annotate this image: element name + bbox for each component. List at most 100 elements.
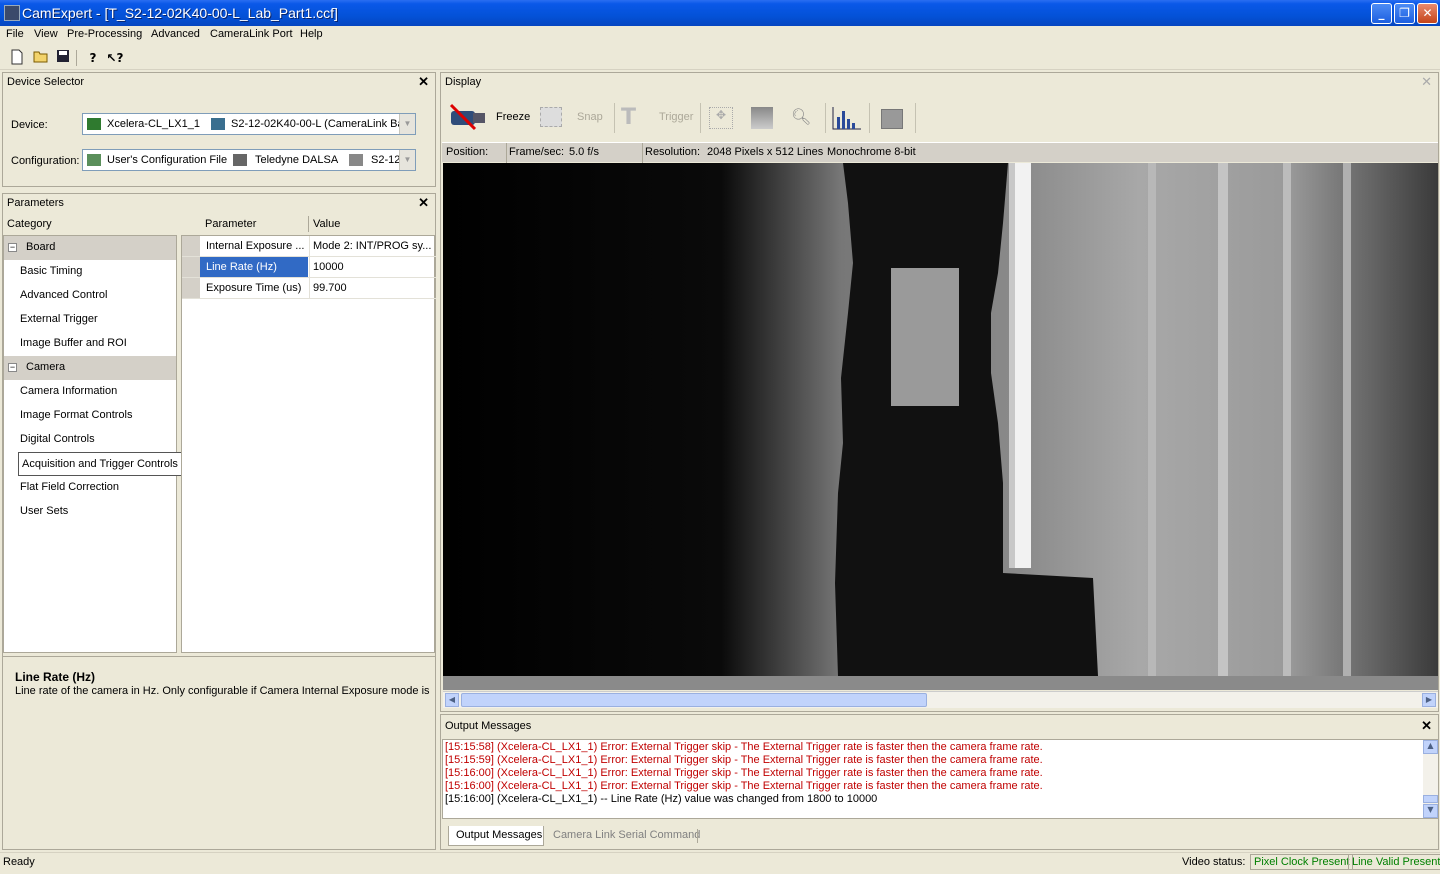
scroll-left-icon[interactable]: ◀ [445, 693, 459, 707]
magnifier-icon[interactable]: 🔍︎ [791, 107, 811, 126]
output-messages-title: Output Messages [445, 720, 532, 732]
stop-icon[interactable] [881, 109, 903, 129]
menu-file[interactable]: File [6, 28, 24, 40]
help-icon[interactable]: ? [84, 49, 102, 67]
category-basic-timing[interactable]: Basic Timing [4, 260, 176, 284]
status-ready: Ready [3, 856, 35, 868]
horizontal-scrollbar[interactable]: ◀ ▶ [443, 691, 1438, 708]
category-label: Image Buffer and ROI [20, 337, 127, 349]
parameters-header: Parameters ✕ [3, 194, 435, 214]
category-header: Category [3, 216, 177, 232]
category-board[interactable]: − Board [4, 236, 176, 260]
new-file-icon[interactable] [8, 49, 26, 67]
param-value[interactable]: 10000 [313, 261, 435, 273]
vertical-scrollbar[interactable]: ▲ ▼ [1423, 740, 1438, 818]
param-name: Line Rate (Hz) [206, 261, 277, 273]
scroll-down-icon[interactable]: ▼ [1423, 804, 1438, 818]
fps-value: 5.0 f/s [569, 146, 599, 158]
category-acquisition-trigger-controls[interactable]: Acquisition and Trigger Controls [18, 452, 192, 476]
param-value[interactable]: Mode 2: INT/PROG sy... [313, 240, 435, 252]
category-camera[interactable]: − Camera [4, 356, 176, 380]
tab-label: Output Messages [456, 829, 543, 841]
category-label: Board [26, 241, 56, 253]
param-name: Internal Exposure ... [206, 240, 305, 252]
config-model-name: S2-12 [371, 154, 401, 166]
parameters-title: Parameters [7, 197, 64, 209]
minimize-button[interactable]: _ [1371, 3, 1392, 24]
menu-help[interactable]: Help [300, 28, 323, 40]
tab-divider [697, 829, 698, 843]
column-divider[interactable] [308, 216, 309, 232]
category-digital-controls[interactable]: Digital Controls [4, 428, 176, 452]
menu-advanced[interactable]: Advanced [151, 28, 200, 40]
category-label: Camera Information [20, 385, 118, 397]
toolbar-separator [915, 103, 916, 133]
log-line: [15:16:00] (Xcelera-CL_LX1_1) -- Line Ra… [445, 793, 878, 805]
snap-button[interactable]: Snap [577, 111, 603, 123]
scrollbar-thumb[interactable] [461, 693, 927, 707]
close-icon[interactable]: ✕ [418, 195, 429, 211]
config-label: Configuration: [11, 155, 80, 167]
freeze-button[interactable]: Freeze [496, 111, 530, 123]
camera-frame-image [443, 163, 1438, 676]
chevron-down-icon[interactable]: ▼ [399, 114, 415, 134]
fit-to-screen-icon[interactable]: ✥ [709, 107, 733, 129]
grid-column-line [309, 236, 310, 299]
output-log[interactable]: [15:15:58] (Xcelera-CL_LX1_1) Error: Ext… [442, 739, 1438, 819]
title-bar: CamExpert - [T_S2-12-02K40-00-L_Lab_Part… [0, 0, 1440, 26]
parameter-grid: Internal Exposure ... Mode 2: INT/PROG s… [181, 235, 436, 653]
display-panel: Display ✕ Freeze Snap T Trigger ✥ 🔍︎ Pos… [440, 72, 1439, 712]
zoom-region-icon[interactable] [751, 107, 773, 129]
collapse-icon[interactable]: − [8, 243, 17, 252]
display-info-bar: Position: Frame/sec: 5.0 f/s Resolution:… [442, 142, 1438, 163]
save-icon[interactable] [54, 49, 72, 67]
menu-pre-processing[interactable]: Pre-Processing [67, 28, 142, 40]
parameter-column-header[interactable]: Parameter [205, 218, 256, 230]
category-user-sets[interactable]: User Sets [4, 500, 176, 524]
category-label: Acquisition and Trigger Controls [22, 458, 178, 470]
output-messages-panel: Output Messages ✕ [15:15:58] (Xcelera-CL… [440, 714, 1439, 850]
device-combo[interactable]: Xcelera-CL_LX1_1 S2-12-02K40-00-L (Camer… [82, 113, 416, 135]
help-divider [3, 656, 435, 657]
app-icon [4, 5, 20, 21]
trigger-icon[interactable]: T [621, 105, 636, 130]
toolbar-separator [869, 103, 870, 133]
trigger-button[interactable]: Trigger [659, 111, 693, 123]
category-flat-field-correction[interactable]: Flat Field Correction [4, 476, 176, 500]
category-list: − Board Basic Timing Advanced Control Ex… [3, 235, 192, 653]
value-column-header[interactable]: Value [313, 218, 340, 230]
chevron-down-icon[interactable]: ▼ [399, 150, 415, 170]
snap-icon[interactable] [540, 107, 562, 127]
scrollbar-thumb[interactable] [1423, 795, 1438, 803]
tab-camera-link-serial-command[interactable]: Camera Link Serial Command [553, 829, 700, 841]
restore-button[interactable]: ❐ [1394, 3, 1415, 24]
close-icon[interactable]: ✕ [418, 74, 429, 90]
tab-output-messages[interactable]: Output Messages [448, 826, 544, 846]
parameter-grid-header: Parameter Value [181, 216, 435, 232]
close-button[interactable]: ✕ [1417, 3, 1438, 24]
close-icon[interactable]: ✕ [1421, 718, 1432, 734]
category-camera-information[interactable]: Camera Information [4, 380, 176, 404]
camera-image-view[interactable] [443, 163, 1438, 676]
configuration-combo[interactable]: User's Configuration File Teledyne DALSA… [82, 149, 416, 171]
category-external-trigger[interactable]: External Trigger [4, 308, 176, 332]
param-value[interactable]: 99.700 [313, 282, 435, 294]
device-board-name: Xcelera-CL_LX1_1 [107, 118, 200, 130]
category-advanced-control[interactable]: Advanced Control [4, 284, 176, 308]
device-selector-title: Device Selector [7, 76, 85, 88]
close-icon[interactable]: ✕ [1421, 74, 1432, 90]
open-folder-icon[interactable] [32, 49, 50, 67]
scroll-up-icon[interactable]: ▲ [1423, 740, 1438, 754]
freeze-camera-icon[interactable] [445, 101, 489, 133]
category-image-format-controls[interactable]: Image Format Controls [4, 404, 176, 428]
category-image-buffer-roi[interactable]: Image Buffer and ROI [4, 332, 176, 356]
status-bar: Ready Video status: Pixel Clock Present … [0, 852, 1440, 874]
log-line: [15:16:00] (Xcelera-CL_LX1_1) Error: Ext… [445, 780, 1043, 792]
context-help-icon[interactable]: ↖? [106, 49, 124, 67]
collapse-icon[interactable]: − [8, 363, 17, 372]
menu-cameralink-port[interactable]: CameraLink Port [210, 28, 293, 40]
menu-view[interactable]: View [34, 28, 58, 40]
histogram-icon[interactable] [831, 105, 863, 131]
scroll-right-icon[interactable]: ▶ [1422, 693, 1436, 707]
log-line: [15:15:58] (Xcelera-CL_LX1_1) Error: Ext… [445, 741, 1043, 753]
